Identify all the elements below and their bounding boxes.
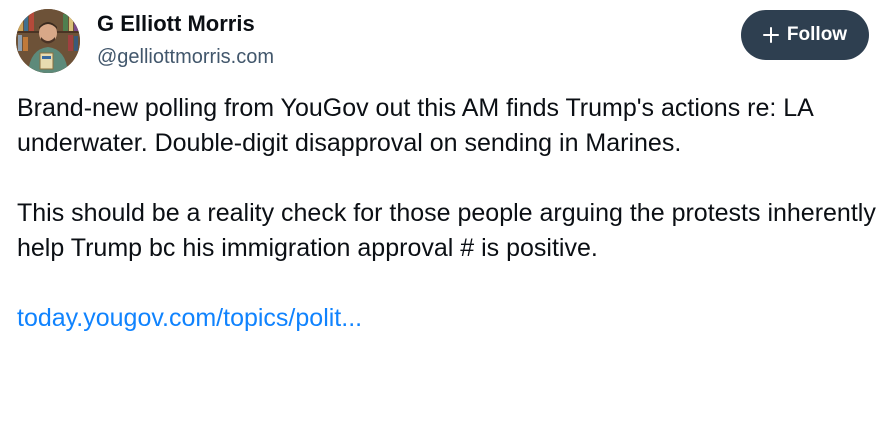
follow-button-label: Follow bbox=[786, 24, 848, 45]
post-body: Brand-new polling from YouGov out this A… bbox=[17, 91, 877, 336]
post-card: G Elliott Morris @gelliottmorris.com Fol… bbox=[0, 0, 886, 430]
author-handle[interactable]: @gelliottmorris.com bbox=[97, 46, 274, 69]
author-name[interactable]: G Elliott Morris bbox=[97, 11, 255, 37]
plus-icon bbox=[762, 27, 779, 43]
post-paragraph: Brand-new polling from YouGov out this A… bbox=[17, 94, 813, 157]
post-link[interactable]: today.yougov.com/topics/polit... bbox=[17, 304, 362, 332]
avatar[interactable] bbox=[16, 9, 80, 73]
profile-photo-icon bbox=[16, 9, 80, 73]
post-paragraph: This should be a reality check for those… bbox=[17, 199, 876, 262]
follow-button[interactable]: Follow bbox=[741, 10, 869, 60]
post-link-row: today.yougov.com/topics/polit... bbox=[17, 301, 877, 336]
